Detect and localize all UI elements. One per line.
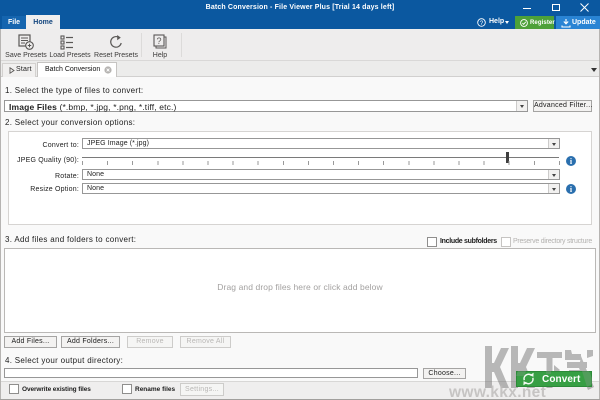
svg-text:?: ?	[156, 36, 161, 46]
